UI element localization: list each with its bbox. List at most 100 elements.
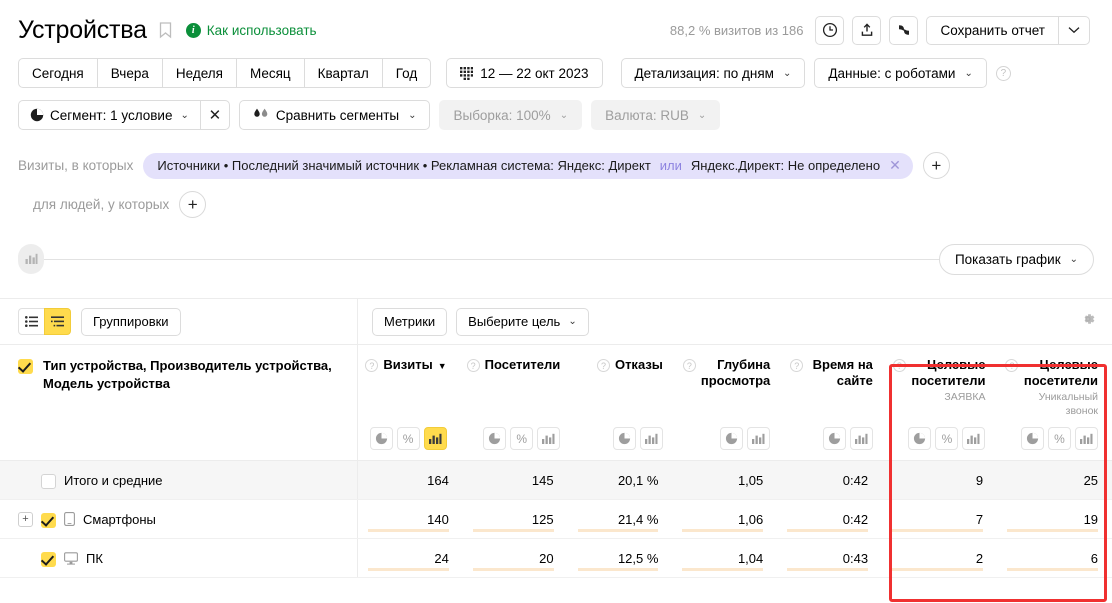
period-year[interactable]: Год — [382, 58, 432, 88]
bars-icon[interactable] — [1075, 427, 1098, 450]
period-quarter[interactable]: Квартал — [304, 58, 383, 88]
compare-segments-button[interactable]: Сравнить сегменты ⌄ — [239, 100, 431, 130]
groupings-button[interactable]: Группировки — [81, 308, 181, 336]
pie-icon[interactable] — [370, 427, 393, 450]
metric-display-toggles — [613, 427, 663, 450]
add-visits-filter-button[interactable]: + — [923, 152, 950, 179]
metric-headers: ? Визиты ▼ % ? По — [358, 345, 1112, 460]
percent-icon[interactable]: % — [1048, 427, 1071, 450]
table-row[interactable]: ПК 24 20 12,5 % 1,04 — [0, 539, 1112, 578]
bars-icon[interactable] — [424, 427, 447, 450]
row-checkbox[interactable] — [41, 474, 56, 489]
remove-filter-icon[interactable]: ✕ — [889, 157, 901, 174]
bars-icon[interactable] — [850, 427, 873, 450]
row-checkbox[interactable] — [41, 552, 56, 567]
data-source-dropdown[interactable]: Данные: с роботами ⌄ — [814, 58, 987, 88]
bars-icon[interactable] — [537, 427, 560, 450]
filter-chip[interactable]: Источники • Последний значимый источник … — [143, 153, 912, 179]
chevron-down-icon: ⌄ — [180, 110, 188, 121]
row-metrics: 24 20 12,5 % 1,04 0:43 — [358, 539, 1112, 577]
detail-level-dropdown[interactable]: Детализация: по дням ⌄ — [621, 58, 806, 88]
cell-time-on-site: 0:42 — [777, 461, 882, 499]
chevron-down-icon[interactable] — [1058, 16, 1090, 45]
filter-chip-or: или — [660, 158, 682, 173]
help-icon[interactable]: ? — [893, 359, 906, 372]
cell-value: 24 — [434, 551, 448, 566]
percent-icon[interactable]: % — [935, 427, 958, 450]
help-icon[interactable]: ? — [996, 66, 1011, 81]
percent-icon[interactable]: % — [510, 427, 533, 450]
cell-goal-zayavka: 9 — [882, 461, 997, 499]
sort-desc-icon[interactable]: ▼ — [438, 361, 447, 371]
cell-visits: 140 — [358, 500, 463, 538]
metric-title: Отказы — [615, 357, 663, 373]
help-icon[interactable]: ? — [597, 359, 610, 372]
date-range-picker[interactable]: 12 — 22 окт 2023 — [446, 58, 602, 88]
help-icon[interactable]: ? — [365, 359, 378, 372]
info-icon: i — [186, 23, 201, 38]
segment-button[interactable]: Сегмент: 1 условие ⌄ — [18, 100, 200, 130]
metric-title: Целевые посетители — [911, 357, 986, 389]
bookmark-icon[interactable] — [159, 22, 172, 39]
clock-icon[interactable] — [815, 16, 844, 45]
cell-goal-unique-call: 6 — [997, 539, 1112, 577]
segment-toolbar: Сегмент: 1 условие ⌄ ✕ Сравнить сегменты… — [0, 88, 1112, 130]
cell-value: 0:42 — [843, 512, 868, 527]
currency-dropdown[interactable]: Валюта: RUB ⌄ — [591, 100, 720, 130]
bars-icon[interactable] — [747, 427, 770, 450]
list-view-icon[interactable] — [18, 308, 45, 335]
cell-value: 20 — [539, 551, 553, 566]
help-icon[interactable]: ? — [1005, 359, 1018, 372]
pie-icon[interactable] — [483, 427, 506, 450]
currency-label: Валюта: RUB — [605, 108, 689, 123]
select-all-checkbox[interactable] — [18, 359, 33, 374]
table-toolbar: Группировки Метрики Выберите цель ⌄ — [0, 298, 1112, 345]
show-chart-button[interactable]: Показать график ⌄ — [939, 244, 1094, 275]
pie-icon[interactable] — [908, 427, 931, 450]
pie-icon[interactable] — [823, 427, 846, 450]
help-icon[interactable]: ? — [467, 359, 480, 372]
pie-icon[interactable] — [720, 427, 743, 450]
cell-value: 6 — [1091, 551, 1098, 566]
table-row[interactable]: Итого и средние 164 145 20,1 % 1,05 0:42… — [0, 461, 1112, 500]
bars-icon[interactable] — [640, 427, 663, 450]
table-header-row: Тип устройства, Производитель устройства… — [0, 345, 1112, 461]
period-month[interactable]: Месяц — [236, 58, 305, 88]
row-metrics: 140 125 21,4 % 1,06 0:42 — [358, 500, 1112, 538]
metric-header-bounces: ? Отказы — [574, 345, 677, 460]
metrics-button[interactable]: Метрики — [372, 308, 447, 336]
period-today[interactable]: Сегодня — [18, 58, 98, 88]
compare-icon[interactable] — [889, 16, 918, 45]
help-icon[interactable]: ? — [683, 359, 696, 372]
chevron-down-icon: ⌄ — [560, 110, 568, 121]
pie-icon[interactable] — [613, 427, 636, 450]
tree-view-icon[interactable] — [44, 308, 71, 335]
segment-label: Сегмент: 1 условие — [50, 108, 172, 123]
save-report-button[interactable]: Сохранить отчет — [926, 16, 1058, 45]
how-to-use-link[interactable]: i Как использовать — [186, 23, 317, 38]
gear-icon[interactable] — [1080, 311, 1096, 332]
period-yesterday[interactable]: Вчера — [97, 58, 163, 88]
clear-segment-button[interactable]: ✕ — [200, 100, 230, 130]
percent-icon[interactable]: % — [397, 427, 420, 450]
cell-value: 2 — [976, 551, 983, 566]
table-row[interactable]: + Смартфоны 140 125 21,4 % — [0, 500, 1112, 539]
desktop-icon — [64, 552, 78, 565]
chart-icon[interactable] — [18, 244, 44, 274]
help-icon[interactable]: ? — [790, 359, 803, 372]
cell-value: 12,5 % — [618, 551, 658, 566]
select-goal-dropdown[interactable]: Выберите цель ⌄ — [456, 308, 589, 336]
pie-icon[interactable] — [1021, 427, 1044, 450]
cell-value: 1,06 — [738, 512, 763, 527]
metric-title: Глубина просмотра — [701, 357, 770, 389]
share-icon[interactable] — [852, 16, 881, 45]
chevron-down-icon: ⌄ — [698, 110, 706, 121]
add-people-filter-button[interactable]: + — [179, 191, 206, 218]
metric-display-toggles: % — [908, 427, 985, 450]
period-week[interactable]: Неделя — [162, 58, 237, 88]
bars-icon[interactable] — [962, 427, 985, 450]
sample-dropdown[interactable]: Выборка: 100% ⌄ — [439, 100, 582, 130]
cell-bar — [473, 529, 554, 532]
row-checkbox[interactable] — [41, 513, 56, 528]
expand-row-icon[interactable]: + — [18, 512, 33, 527]
